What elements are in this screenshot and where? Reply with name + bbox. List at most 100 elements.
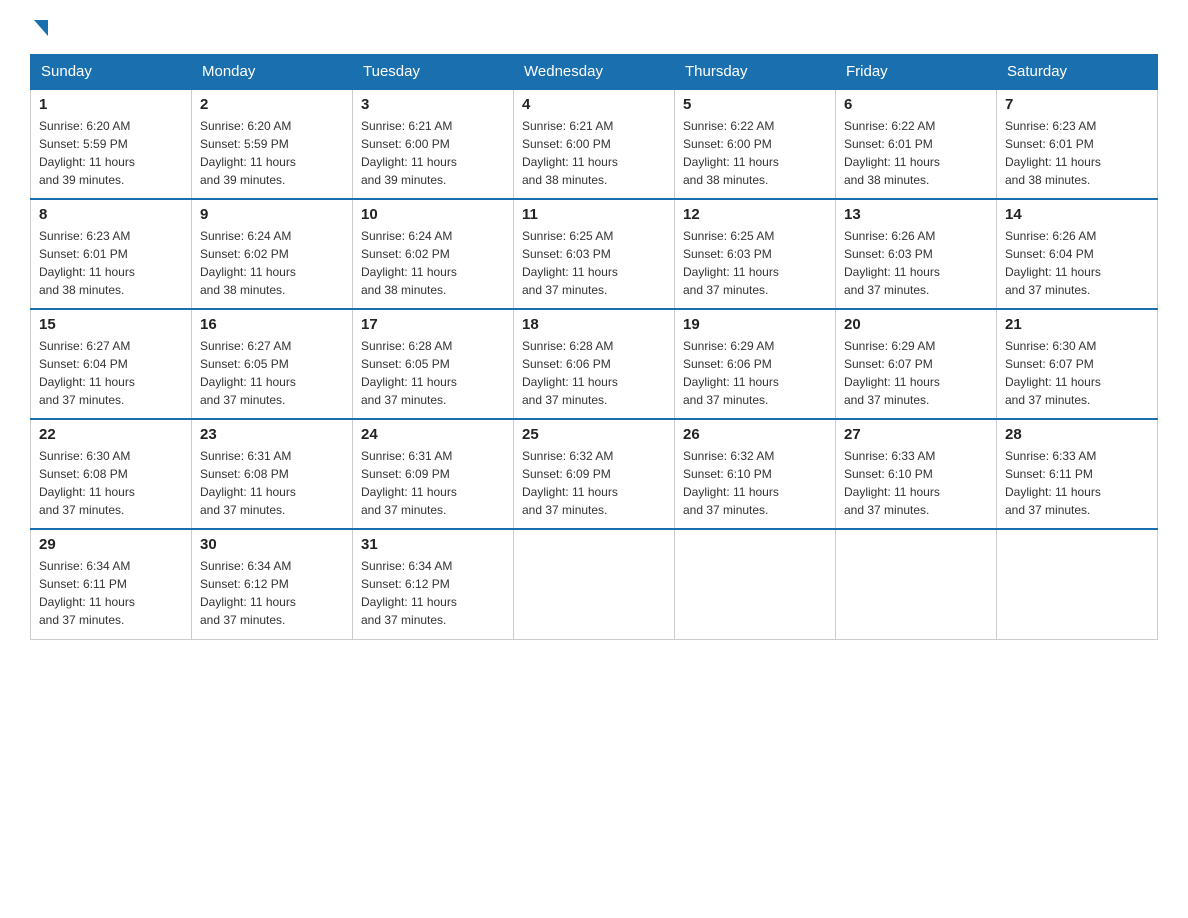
calendar-header: SundayMondayTuesdayWednesdayThursdayFrid… (31, 55, 1158, 90)
day-info: Sunrise: 6:21 AM Sunset: 6:00 PM Dayligh… (361, 117, 505, 189)
day-info: Sunrise: 6:28 AM Sunset: 6:05 PM Dayligh… (361, 337, 505, 409)
calendar-cell: 1 Sunrise: 6:20 AM Sunset: 5:59 PM Dayli… (31, 89, 192, 199)
day-info: Sunrise: 6:23 AM Sunset: 6:01 PM Dayligh… (39, 227, 183, 299)
calendar-cell: 29 Sunrise: 6:34 AM Sunset: 6:11 PM Dayl… (31, 529, 192, 639)
day-info: Sunrise: 6:34 AM Sunset: 6:11 PM Dayligh… (39, 557, 183, 629)
day-info: Sunrise: 6:26 AM Sunset: 6:03 PM Dayligh… (844, 227, 988, 299)
calendar-cell (836, 529, 997, 639)
day-number: 9 (200, 206, 344, 223)
day-info: Sunrise: 6:24 AM Sunset: 6:02 PM Dayligh… (361, 227, 505, 299)
calendar-cell: 9 Sunrise: 6:24 AM Sunset: 6:02 PM Dayli… (192, 199, 353, 309)
calendar-week-5: 29 Sunrise: 6:34 AM Sunset: 6:11 PM Dayl… (31, 529, 1158, 639)
calendar-week-4: 22 Sunrise: 6:30 AM Sunset: 6:08 PM Dayl… (31, 419, 1158, 529)
calendar-table: SundayMondayTuesdayWednesdayThursdayFrid… (30, 54, 1158, 640)
day-info: Sunrise: 6:22 AM Sunset: 6:00 PM Dayligh… (683, 117, 827, 189)
day-info: Sunrise: 6:30 AM Sunset: 6:08 PM Dayligh… (39, 447, 183, 519)
day-number: 23 (200, 426, 344, 443)
day-info: Sunrise: 6:31 AM Sunset: 6:09 PM Dayligh… (361, 447, 505, 519)
day-number: 31 (361, 536, 505, 553)
day-info: Sunrise: 6:20 AM Sunset: 5:59 PM Dayligh… (39, 117, 183, 189)
calendar-cell (675, 529, 836, 639)
day-number: 28 (1005, 426, 1149, 443)
day-number: 11 (522, 206, 666, 223)
day-number: 24 (361, 426, 505, 443)
calendar-week-3: 15 Sunrise: 6:27 AM Sunset: 6:04 PM Dayl… (31, 309, 1158, 419)
calendar-cell: 3 Sunrise: 6:21 AM Sunset: 6:00 PM Dayli… (353, 89, 514, 199)
day-number: 5 (683, 96, 827, 113)
calendar-cell: 28 Sunrise: 6:33 AM Sunset: 6:11 PM Dayl… (997, 419, 1158, 529)
calendar-cell: 17 Sunrise: 6:28 AM Sunset: 6:05 PM Dayl… (353, 309, 514, 419)
day-info: Sunrise: 6:28 AM Sunset: 6:06 PM Dayligh… (522, 337, 666, 409)
day-number: 25 (522, 426, 666, 443)
weekday-header-friday: Friday (836, 55, 997, 90)
calendar-cell: 2 Sunrise: 6:20 AM Sunset: 5:59 PM Dayli… (192, 89, 353, 199)
logo-top (30, 20, 48, 38)
calendar-cell: 22 Sunrise: 6:30 AM Sunset: 6:08 PM Dayl… (31, 419, 192, 529)
day-number: 21 (1005, 316, 1149, 333)
calendar-cell: 13 Sunrise: 6:26 AM Sunset: 6:03 PM Dayl… (836, 199, 997, 309)
day-info: Sunrise: 6:25 AM Sunset: 6:03 PM Dayligh… (683, 227, 827, 299)
day-info: Sunrise: 6:30 AM Sunset: 6:07 PM Dayligh… (1005, 337, 1149, 409)
calendar-body: 1 Sunrise: 6:20 AM Sunset: 5:59 PM Dayli… (31, 89, 1158, 639)
logo (30, 20, 48, 34)
weekday-header-row: SundayMondayTuesdayWednesdayThursdayFrid… (31, 55, 1158, 90)
day-number: 17 (361, 316, 505, 333)
day-number: 20 (844, 316, 988, 333)
calendar-cell: 25 Sunrise: 6:32 AM Sunset: 6:09 PM Dayl… (514, 419, 675, 529)
header (30, 20, 1158, 34)
day-info: Sunrise: 6:33 AM Sunset: 6:11 PM Dayligh… (1005, 447, 1149, 519)
calendar-cell: 14 Sunrise: 6:26 AM Sunset: 6:04 PM Dayl… (997, 199, 1158, 309)
day-info: Sunrise: 6:24 AM Sunset: 6:02 PM Dayligh… (200, 227, 344, 299)
calendar-cell: 15 Sunrise: 6:27 AM Sunset: 6:04 PM Dayl… (31, 309, 192, 419)
calendar-cell: 8 Sunrise: 6:23 AM Sunset: 6:01 PM Dayli… (31, 199, 192, 309)
weekday-header-saturday: Saturday (997, 55, 1158, 90)
day-info: Sunrise: 6:33 AM Sunset: 6:10 PM Dayligh… (844, 447, 988, 519)
calendar-cell: 6 Sunrise: 6:22 AM Sunset: 6:01 PM Dayli… (836, 89, 997, 199)
calendar-cell: 16 Sunrise: 6:27 AM Sunset: 6:05 PM Dayl… (192, 309, 353, 419)
weekday-header-monday: Monday (192, 55, 353, 90)
day-number: 1 (39, 96, 183, 113)
day-number: 8 (39, 206, 183, 223)
weekday-header-sunday: Sunday (31, 55, 192, 90)
calendar-cell: 21 Sunrise: 6:30 AM Sunset: 6:07 PM Dayl… (997, 309, 1158, 419)
calendar-cell: 26 Sunrise: 6:32 AM Sunset: 6:10 PM Dayl… (675, 419, 836, 529)
calendar-cell: 5 Sunrise: 6:22 AM Sunset: 6:00 PM Dayli… (675, 89, 836, 199)
calendar-cell: 10 Sunrise: 6:24 AM Sunset: 6:02 PM Dayl… (353, 199, 514, 309)
day-number: 14 (1005, 206, 1149, 223)
weekday-header-thursday: Thursday (675, 55, 836, 90)
calendar-cell: 24 Sunrise: 6:31 AM Sunset: 6:09 PM Dayl… (353, 419, 514, 529)
day-number: 13 (844, 206, 988, 223)
calendar-cell: 20 Sunrise: 6:29 AM Sunset: 6:07 PM Dayl… (836, 309, 997, 419)
day-info: Sunrise: 6:26 AM Sunset: 6:04 PM Dayligh… (1005, 227, 1149, 299)
day-info: Sunrise: 6:22 AM Sunset: 6:01 PM Dayligh… (844, 117, 988, 189)
day-info: Sunrise: 6:27 AM Sunset: 6:05 PM Dayligh… (200, 337, 344, 409)
day-info: Sunrise: 6:29 AM Sunset: 6:06 PM Dayligh… (683, 337, 827, 409)
day-number: 6 (844, 96, 988, 113)
day-number: 18 (522, 316, 666, 333)
calendar-cell: 11 Sunrise: 6:25 AM Sunset: 6:03 PM Dayl… (514, 199, 675, 309)
day-number: 2 (200, 96, 344, 113)
calendar-cell: 31 Sunrise: 6:34 AM Sunset: 6:12 PM Dayl… (353, 529, 514, 639)
day-info: Sunrise: 6:27 AM Sunset: 6:04 PM Dayligh… (39, 337, 183, 409)
calendar-cell: 27 Sunrise: 6:33 AM Sunset: 6:10 PM Dayl… (836, 419, 997, 529)
day-number: 7 (1005, 96, 1149, 113)
weekday-header-wednesday: Wednesday (514, 55, 675, 90)
logo-arrow-icon (34, 20, 48, 36)
day-number: 3 (361, 96, 505, 113)
day-number: 22 (39, 426, 183, 443)
calendar-week-2: 8 Sunrise: 6:23 AM Sunset: 6:01 PM Dayli… (31, 199, 1158, 309)
day-info: Sunrise: 6:23 AM Sunset: 6:01 PM Dayligh… (1005, 117, 1149, 189)
day-number: 26 (683, 426, 827, 443)
day-number: 29 (39, 536, 183, 553)
day-info: Sunrise: 6:21 AM Sunset: 6:00 PM Dayligh… (522, 117, 666, 189)
day-info: Sunrise: 6:32 AM Sunset: 6:10 PM Dayligh… (683, 447, 827, 519)
day-info: Sunrise: 6:20 AM Sunset: 5:59 PM Dayligh… (200, 117, 344, 189)
calendar-cell: 19 Sunrise: 6:29 AM Sunset: 6:06 PM Dayl… (675, 309, 836, 419)
day-info: Sunrise: 6:32 AM Sunset: 6:09 PM Dayligh… (522, 447, 666, 519)
weekday-header-tuesday: Tuesday (353, 55, 514, 90)
day-number: 19 (683, 316, 827, 333)
day-info: Sunrise: 6:31 AM Sunset: 6:08 PM Dayligh… (200, 447, 344, 519)
calendar-cell: 23 Sunrise: 6:31 AM Sunset: 6:08 PM Dayl… (192, 419, 353, 529)
day-info: Sunrise: 6:34 AM Sunset: 6:12 PM Dayligh… (361, 557, 505, 629)
day-info: Sunrise: 6:25 AM Sunset: 6:03 PM Dayligh… (522, 227, 666, 299)
